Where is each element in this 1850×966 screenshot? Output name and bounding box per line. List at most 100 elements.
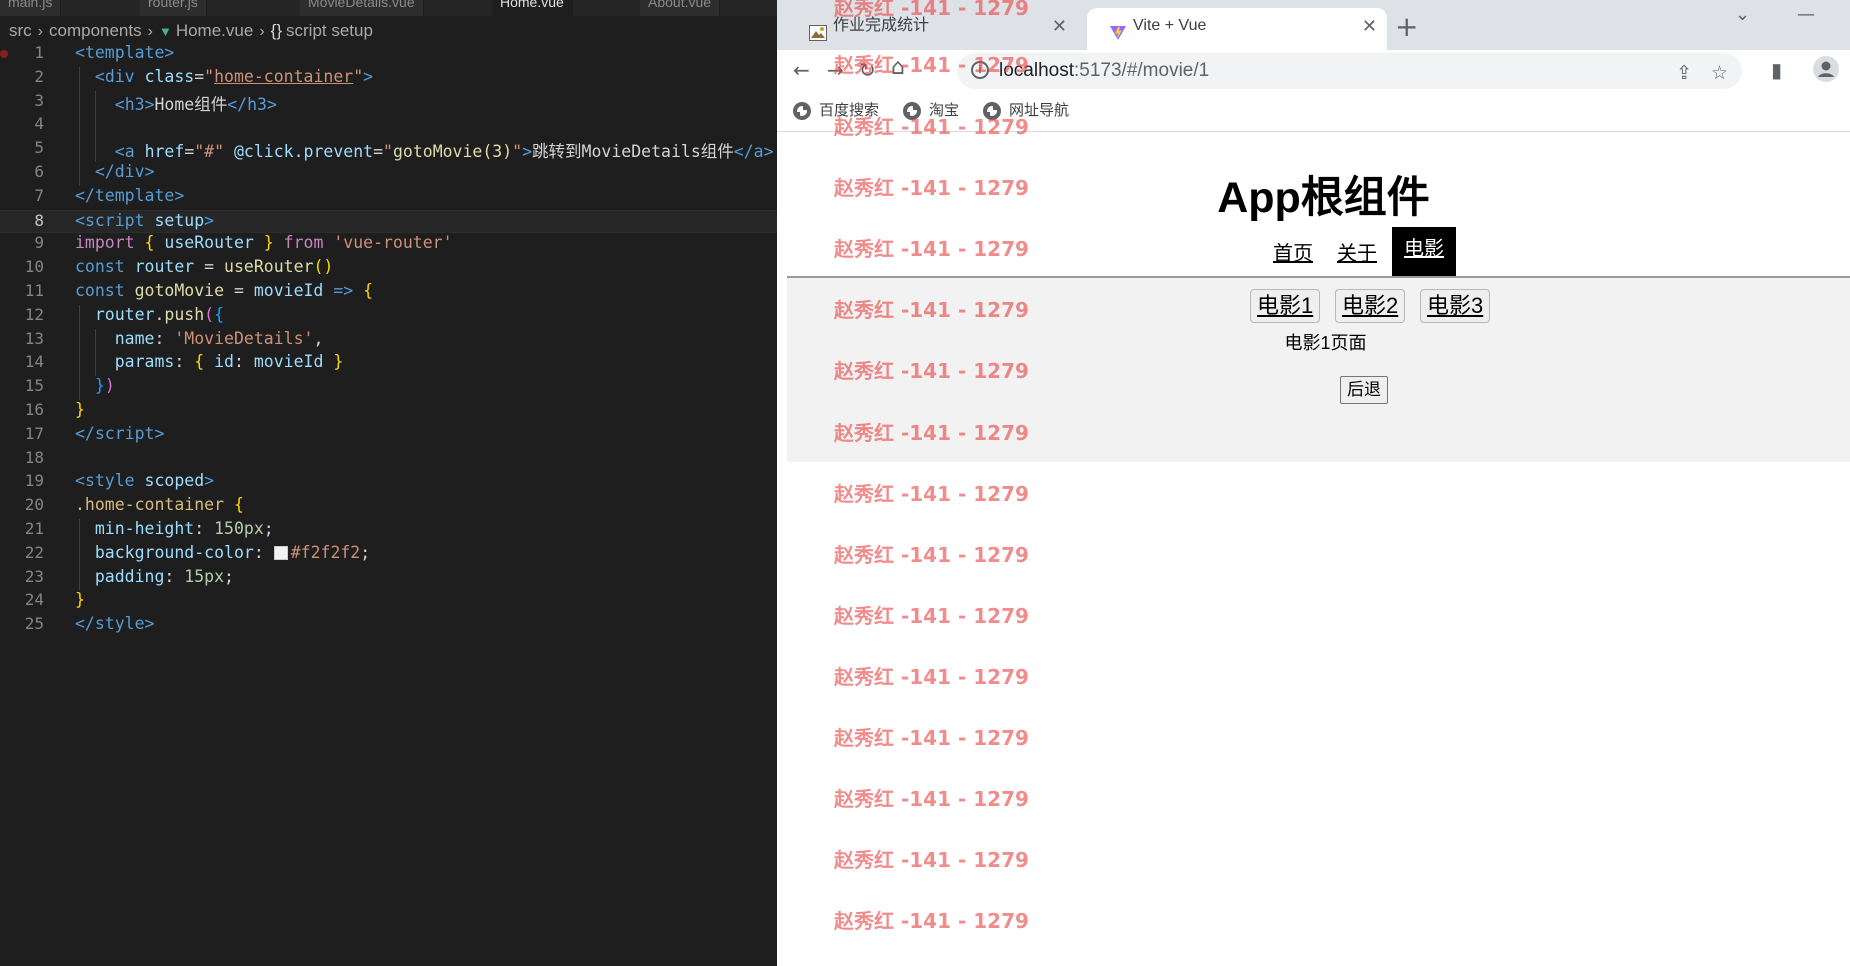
vue-icon: ▼ [158, 24, 172, 39]
page-title: App根组件 [1217, 174, 1430, 222]
editor-tab[interactable]: About.vue [640, 0, 721, 16]
movie-link-3[interactable]: 电影3 [1420, 289, 1491, 323]
url-path: :5173/#/movie/1 [1074, 60, 1210, 81]
movie-link-1[interactable]: 电影1 [1250, 289, 1321, 323]
globe-icon [793, 102, 811, 120]
nav-link-about[interactable]: 关于 [1337, 237, 1377, 266]
code-line: 7 </template> [0, 186, 777, 210]
reload-icon[interactable]: ↻ [859, 58, 876, 82]
profile-avatar-icon[interactable] [1813, 56, 1839, 87]
breadcrumb-file[interactable]: Home.vue [176, 21, 253, 40]
share-icon[interactable]: ⇪ [1676, 56, 1692, 92]
close-icon[interactable]: ✕ [1362, 8, 1377, 44]
address-bar[interactable]: i localhost:5173/#/movie/1 ⇪ ☆ [957, 53, 1742, 89]
editor-tab[interactable]: MovieDetails.vue [300, 0, 424, 16]
browser-tab-active[interactable]: Vite + Vue ✕ [1087, 8, 1387, 50]
code-line: 18 [0, 448, 777, 472]
editor-tab-bar: main.js router.js MovieDetails.vue Home.… [0, 0, 777, 16]
bookmark-item[interactable]: 淘宝 [903, 101, 959, 121]
code-line: 22 background-color: #f2f2f2; [0, 542, 777, 567]
line-number: 9 [34, 233, 44, 253]
code-line: 1 <template> [0, 43, 777, 67]
line-number: 14 [24, 352, 44, 372]
code-line: 4 [0, 114, 777, 139]
line-number: 11 [24, 280, 44, 300]
code-line: 11 const gotoMovie = movieId => { [0, 281, 777, 305]
line-number: 25 [24, 614, 44, 634]
breadcrumb-src[interactable]: src [9, 21, 32, 40]
forward-arrow-icon[interactable]: → [827, 58, 844, 82]
browser-toolbar: ← → ↻ ⌂ i localhost:5173/#/movie/1 ⇪ ☆ ▮ [777, 50, 1850, 92]
bookmark-item[interactable]: 网址导航 [983, 101, 1069, 121]
back-arrow-icon[interactable]: ← [793, 58, 810, 82]
globe-icon [903, 102, 921, 120]
nav-link-home[interactable]: 首页 [1273, 237, 1313, 266]
globe-icon [983, 102, 1001, 120]
chevron-right-icon: › [259, 23, 265, 40]
new-tab-icon[interactable]: + [1395, 10, 1418, 43]
movie-link-2[interactable]: 电影2 [1335, 289, 1406, 323]
movie-container: 电影1 电影2 电影3 电影1页面 后退 [787, 278, 1850, 462]
home-icon[interactable]: ⌂ [891, 55, 905, 80]
info-icon[interactable]: i [971, 61, 989, 79]
line-number: 16 [24, 399, 44, 419]
code-line-current: 8 <script setup> [0, 209, 777, 234]
close-icon[interactable]: ✕ [1052, 8, 1067, 44]
editor-tab[interactable]: main.js [0, 0, 62, 16]
breadcrumb-symbol[interactable]: script setup [286, 21, 373, 40]
app-nav: 首页 关于 电影 [777, 227, 1850, 279]
color-swatch-icon[interactable] [273, 545, 288, 560]
code-line: 20 .home-container { [0, 495, 777, 519]
code-line: 23 padding: 15px; [0, 566, 777, 591]
line-number: 23 [24, 566, 44, 586]
line-number: 3 [34, 90, 44, 110]
line-number: 7 [34, 185, 44, 205]
breadcrumb: src › components › ▼ Home.vue › {} script setup [0, 19, 373, 43]
line-number: 13 [24, 328, 44, 348]
tab-search-icon[interactable]: ⌄ [1735, 4, 1750, 25]
back-button[interactable]: 后退 [1340, 376, 1388, 404]
editor-tab[interactable]: router.js [140, 0, 207, 16]
braces-icon: {} [270, 21, 282, 40]
editor-tab-active[interactable]: Home.vue [492, 0, 573, 16]
side-panel-icon[interactable]: ▮ [1771, 58, 1782, 82]
code-editor[interactable]: main.js router.js MovieDetails.vue Home.… [0, 0, 777, 966]
code-line: 19 <style scoped> [0, 471, 777, 495]
nav-link-movie-active[interactable]: 电影 [1392, 227, 1456, 278]
code-line: 24} [0, 590, 777, 614]
code-line: 15 }) [0, 376, 777, 400]
line-number: 15 [24, 376, 44, 396]
code-line: 17 </script> [0, 424, 777, 448]
line-number: 4 [34, 114, 44, 134]
line-number: 21 [24, 518, 44, 538]
browser-tab-title: 作业完成统计 [833, 17, 930, 34]
code-line: 12 router.push({ [0, 304, 777, 329]
bookmark-label: 百度搜索 [819, 102, 880, 119]
line-number: 10 [24, 257, 44, 277]
movie-page-text: 电影1页面 [1284, 333, 1367, 353]
bookmarks-bar: 百度搜索 淘宝 网址导航 [777, 92, 1850, 132]
bookmark-item[interactable]: 百度搜索 [793, 101, 879, 121]
minimize-icon[interactable]: — [1797, 4, 1815, 25]
line-number: 17 [24, 423, 44, 443]
line-number: 2 [34, 66, 44, 86]
chevron-right-icon: › [147, 23, 153, 40]
breadcrumb-components[interactable]: components [49, 21, 142, 40]
line-number: 6 [34, 161, 44, 181]
line-number: 24 [24, 590, 44, 610]
code-line: 16} [0, 400, 777, 424]
vite-favicon-icon [1109, 19, 1127, 40]
code-line: 3 <h3>Home组件</h3> [0, 90, 777, 115]
browser-tab-title: Vite + Vue [1133, 17, 1207, 34]
chevron-right-icon: › [37, 23, 43, 40]
code-area[interactable]: 1 <template> 2 <div class="home-container… [0, 43, 777, 638]
bookmark-label: 淘宝 [929, 102, 960, 119]
line-number: 12 [24, 304, 44, 324]
browser-tab-strip: 作业完成统计 ✕ Vite + Vue ✕ + ⌄ — [777, 0, 1850, 50]
code-line: 13 name: 'MovieDetails', [0, 328, 777, 353]
code-line: 2 <div class="home-container"> [0, 66, 777, 91]
browser-tab[interactable]: 作业完成统计 ✕ [787, 8, 1077, 50]
star-icon[interactable]: ☆ [1711, 56, 1728, 92]
line-number: 18 [24, 447, 44, 467]
image-favicon-icon [809, 19, 827, 41]
